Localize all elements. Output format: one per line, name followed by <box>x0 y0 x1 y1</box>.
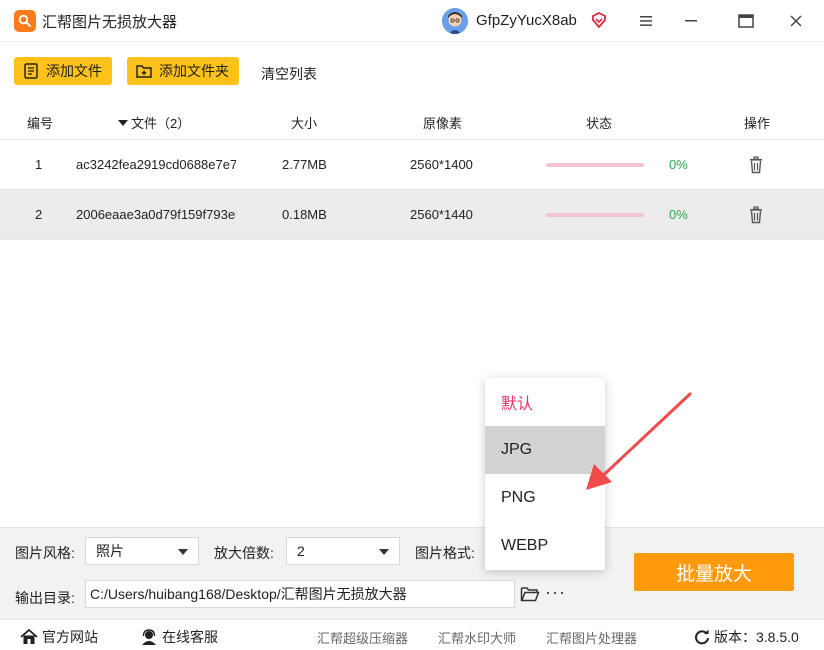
support-agent-icon <box>142 629 156 645</box>
row-size: 0.18MB <box>282 207 327 222</box>
format-option-png[interactable]: PNG <box>485 474 605 522</box>
delete-icon[interactable] <box>748 206 764 224</box>
output-label: 输出目录: <box>15 590 75 606</box>
menu-button[interactable] <box>634 9 658 33</box>
output-path-input[interactable] <box>85 580 515 608</box>
online-support-label: 在线客服 <box>162 629 218 645</box>
table-header: 编号 文件（2） 大小 原像素 状态 操作 <box>0 100 824 140</box>
scale-value: 2 <box>297 543 305 559</box>
table-row[interactable]: 1 ac3242fea2919cd0688e7e7( 2.77MB 2560*1… <box>0 140 824 190</box>
col-file[interactable]: 文件（2） <box>118 113 190 132</box>
table-row[interactable]: 2 2006eaae3a0d79f159f793e5 0.18MB 2560*1… <box>0 190 824 240</box>
row-index: 2 <box>35 207 43 222</box>
hamburger-icon <box>640 16 652 26</box>
app-title: 汇帮图片无损放大器 <box>42 14 178 31</box>
clear-list-button[interactable]: 清空列表 <box>261 64 317 84</box>
add-folder-label: 添加文件夹 <box>159 63 229 79</box>
scale-select[interactable]: 2 <box>286 537 400 565</box>
maximize-icon <box>738 14 754 28</box>
format-option-jpg[interactable]: JPG <box>485 426 605 474</box>
scale-label: 放大倍数: <box>214 545 274 561</box>
col-index: 编号 <box>27 116 54 131</box>
row-progress-bar <box>546 213 644 217</box>
more-options-icon[interactable]: ··· <box>545 583 566 601</box>
style-select[interactable]: 照片 <box>85 537 199 565</box>
user-avatar[interactable] <box>442 8 468 34</box>
version-info[interactable]: 版本： 3.8.5.0 <box>694 627 799 647</box>
settings-panel: 图片风格: 照片 放大倍数: 2 图片格式: 输出目录: ··· 批量放大 <box>0 527 824 619</box>
minimize-icon <box>685 20 697 22</box>
col-status: 状态 <box>586 116 613 131</box>
version-value: 3.8.5.0 <box>756 629 799 645</box>
footer-link-watermark[interactable]: 汇帮水印大师 <box>438 628 516 647</box>
version-label: 版本： <box>714 629 756 645</box>
batch-enlarge-button[interactable]: 批量放大 <box>634 553 794 591</box>
row-index: 1 <box>35 157 43 172</box>
folder-icon[interactable] <box>520 586 540 602</box>
minimize-button[interactable] <box>679 9 703 33</box>
add-folder-icon <box>136 65 152 78</box>
close-icon <box>790 15 802 27</box>
col-size: 大小 <box>291 116 318 131</box>
col-action: 操作 <box>744 116 771 131</box>
row-filename: 2006eaae3a0d79f159f793e5 <box>76 207 236 222</box>
sort-down-icon <box>118 119 128 126</box>
style-value: 照片 <box>96 543 124 559</box>
close-button[interactable] <box>784 9 808 33</box>
vip-diamond-icon[interactable] <box>590 11 608 29</box>
format-option-default[interactable]: 默认 <box>485 378 605 426</box>
add-file-label: 添加文件 <box>46 63 102 79</box>
app-logo-icon <box>14 10 36 32</box>
format-label: 图片格式: <box>415 545 475 561</box>
col-pixels: 原像素 <box>423 116 463 131</box>
row-pixels: 2560*1400 <box>410 157 473 172</box>
home-icon <box>20 629 38 644</box>
official-website-label: 官方网站 <box>42 629 98 645</box>
col-file-label: 文件（2） <box>131 116 191 131</box>
row-progress-bar <box>546 163 644 167</box>
delete-icon[interactable] <box>748 156 764 174</box>
maximize-button[interactable] <box>734 9 758 33</box>
footer: 官方网站 在线客服 汇帮超级压缩器 汇帮水印大师 汇帮图片处理器 版本： 3.8… <box>0 619 824 650</box>
online-support-link[interactable]: 在线客服 <box>140 627 218 647</box>
refresh-icon <box>695 629 709 645</box>
chevron-down-icon <box>178 549 188 555</box>
chevron-down-icon <box>379 549 389 555</box>
username[interactable]: GfpZyYucX8ab <box>476 12 577 29</box>
style-label: 图片风格: <box>15 545 75 561</box>
row-filename: ac3242fea2919cd0688e7e7( <box>76 157 236 172</box>
add-file-button[interactable]: 添加文件 <box>14 57 112 85</box>
add-file-icon <box>24 63 38 79</box>
row-percent: 0% <box>669 207 688 222</box>
title-bar: 汇帮图片无损放大器 GfpZyYucX8ab <box>0 0 824 42</box>
format-dropdown[interactable]: 默认 JPG PNG WEBP <box>485 378 605 570</box>
row-percent: 0% <box>669 157 688 172</box>
add-folder-button[interactable]: 添加文件夹 <box>127 57 239 85</box>
footer-link-processor[interactable]: 汇帮图片处理器 <box>546 628 637 647</box>
row-size: 2.77MB <box>282 157 327 172</box>
toolbar: 添加文件 添加文件夹 清空列表 <box>0 42 824 100</box>
row-pixels: 2560*1440 <box>410 207 473 222</box>
footer-link-compressor[interactable]: 汇帮超级压缩器 <box>317 628 408 647</box>
format-option-webp[interactable]: WEBP <box>485 522 605 570</box>
official-website-link[interactable]: 官方网站 <box>20 627 98 647</box>
